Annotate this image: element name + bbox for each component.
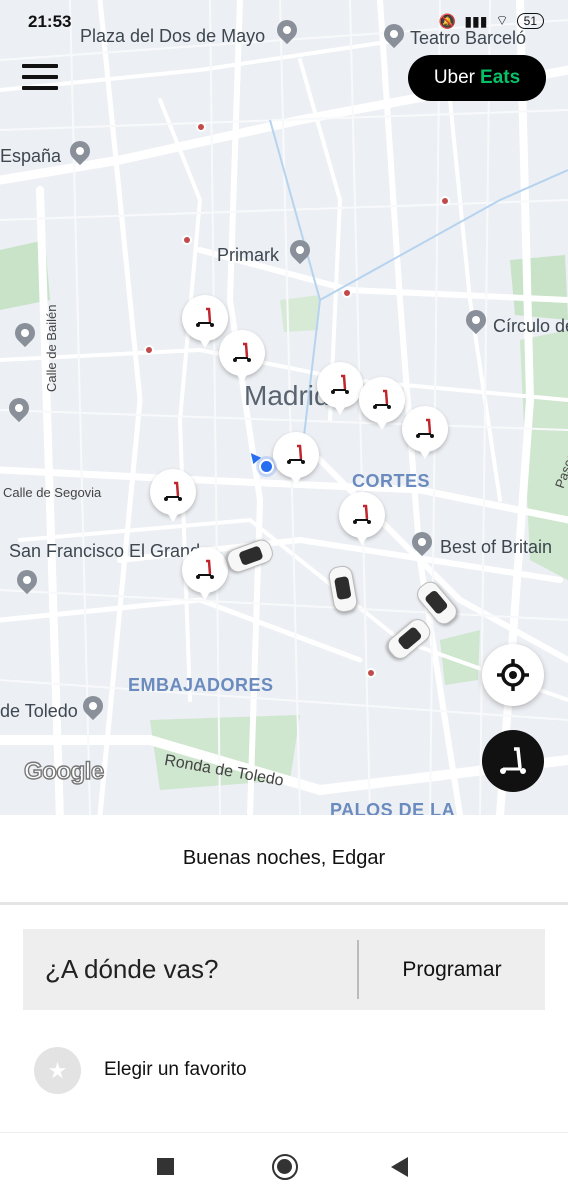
status-icons: 🔕 ▮▮▮ ⌔ 51 xyxy=(439,12,544,30)
system-nav-bar xyxy=(0,1132,568,1200)
destination-search-bar[interactable]: ¿A dónde vas? Programar xyxy=(23,929,545,1010)
current-location-dot xyxy=(259,459,274,474)
scooter-icon xyxy=(164,481,182,501)
menu-bar xyxy=(22,86,58,90)
map-label: PALOS DE LA xyxy=(330,800,456,815)
uber-eats-button[interactable]: Uber Eats xyxy=(408,55,546,101)
scooter-marker[interactable] xyxy=(339,492,385,545)
choose-favorite-item[interactable]: ★ Elegir un favorito xyxy=(0,1043,568,1099)
scooter-icon xyxy=(233,342,251,362)
metro-marker xyxy=(196,122,206,132)
scooter-icon xyxy=(196,559,214,579)
scooter-marker[interactable] xyxy=(359,377,405,430)
scooter-icon xyxy=(416,418,434,438)
scooter-marker[interactable] xyxy=(182,295,228,348)
eats-label-part2: Eats xyxy=(480,67,521,88)
menu-bar xyxy=(22,64,58,68)
crosshair-icon xyxy=(497,659,529,691)
metro-marker xyxy=(366,668,376,678)
back-button[interactable] xyxy=(391,1157,408,1177)
map-label: Calle de Bailén xyxy=(44,304,59,392)
metro-marker xyxy=(440,196,450,206)
recenter-location-button[interactable] xyxy=(482,644,544,706)
map-label: CORTES xyxy=(352,471,431,491)
schedule-button[interactable]: Programar xyxy=(359,929,545,1010)
menu-bar xyxy=(22,75,58,79)
favorite-label: Elegir un favorito xyxy=(104,1059,247,1080)
home-button[interactable] xyxy=(272,1154,298,1180)
map-label: Círculo de xyxy=(493,316,568,336)
signal-icon: ▮▮▮ xyxy=(464,12,488,29)
scooter-icon xyxy=(196,307,214,327)
menu-button[interactable] xyxy=(22,64,58,92)
bottom-sheet: Buenas noches, Edgar ¿A dónde vas? Progr… xyxy=(0,815,568,1135)
map-label: Calle de Segovia xyxy=(3,485,102,500)
recents-button[interactable] xyxy=(157,1158,174,1175)
scooter-marker[interactable] xyxy=(182,547,228,600)
scooter-marker[interactable] xyxy=(317,362,363,415)
star-icon: ★ xyxy=(34,1047,81,1094)
metro-marker xyxy=(144,345,154,355)
greeting-text: Buenas noches, Edgar xyxy=(182,847,386,869)
map-view[interactable]: Plaza del Dos de Mayo Teatro Barceló Esp… xyxy=(0,0,568,815)
scooter-marker[interactable] xyxy=(402,406,448,459)
scooter-marker[interactable] xyxy=(150,469,196,522)
scooter-mode-button[interactable] xyxy=(482,730,544,792)
scooter-icon xyxy=(331,374,349,394)
divider xyxy=(0,902,568,905)
map-label: de Toledo xyxy=(0,701,78,721)
scooter-marker[interactable] xyxy=(219,330,265,383)
metro-marker xyxy=(182,235,192,245)
battery-icon: 51 xyxy=(516,13,544,29)
scooter-icon xyxy=(373,389,391,409)
scooter-icon xyxy=(500,747,526,774)
status-time: 21:53 xyxy=(28,12,72,31)
scooter-marker[interactable] xyxy=(273,432,319,485)
map-label: Primark xyxy=(217,245,279,265)
map-label: EMBAJADORES xyxy=(128,675,274,695)
scooter-icon xyxy=(287,444,305,464)
status-bar: 21:53 🔕 ▮▮▮ ⌔ 51 xyxy=(0,0,568,44)
metro-marker xyxy=(342,288,352,298)
wifi-icon: ⌔ xyxy=(495,12,509,28)
map-label: España xyxy=(0,146,62,166)
map-label: Best of Britain xyxy=(440,537,553,557)
map-label: San Francisco El Grande xyxy=(9,541,211,561)
google-logo: Google xyxy=(23,757,105,785)
scooter-icon xyxy=(353,504,371,524)
eats-label-part1: Uber xyxy=(433,67,476,88)
mute-bell-icon: 🔕 xyxy=(438,12,457,29)
destination-input[interactable]: ¿A dónde vas? xyxy=(45,954,218,985)
